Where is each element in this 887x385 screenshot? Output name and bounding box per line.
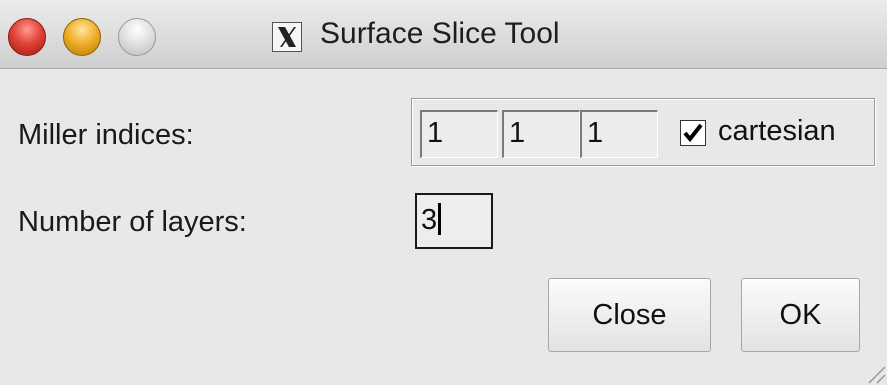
window-title: Surface Slice Tool — [320, 17, 560, 50]
zoom-window-icon[interactable] — [118, 18, 156, 56]
surface-slice-dialog: Surface Slice Tool Miller indices: 1 1 1… — [0, 0, 887, 385]
cartesian-label[interactable]: cartesian — [718, 113, 836, 149]
miller-indices-group: 1 1 1 cartesian — [411, 98, 875, 166]
x11-app-icon — [272, 22, 302, 52]
miller-l-field[interactable]: 1 — [580, 110, 658, 158]
miller-k-field[interactable]: 1 — [502, 110, 580, 158]
cartesian-checkbox[interactable] — [680, 120, 706, 146]
number-of-layers-field[interactable]: 3 — [415, 193, 493, 249]
close-window-icon[interactable] — [8, 18, 46, 56]
miller-h-field[interactable]: 1 — [420, 110, 498, 158]
checkmark-icon — [683, 123, 703, 143]
text-cursor — [438, 203, 442, 236]
close-button[interactable]: Close — [548, 278, 711, 352]
resize-grip-icon[interactable] — [859, 357, 887, 385]
minimize-window-icon[interactable] — [63, 18, 101, 56]
ok-button[interactable]: OK — [741, 278, 860, 352]
layers-value: 3 — [421, 204, 438, 236]
miller-indices-label: Miller indices: — [18, 119, 194, 151]
title-bar[interactable]: Surface Slice Tool — [0, 0, 887, 69]
number-of-layers-label: Number of layers: — [18, 206, 247, 238]
